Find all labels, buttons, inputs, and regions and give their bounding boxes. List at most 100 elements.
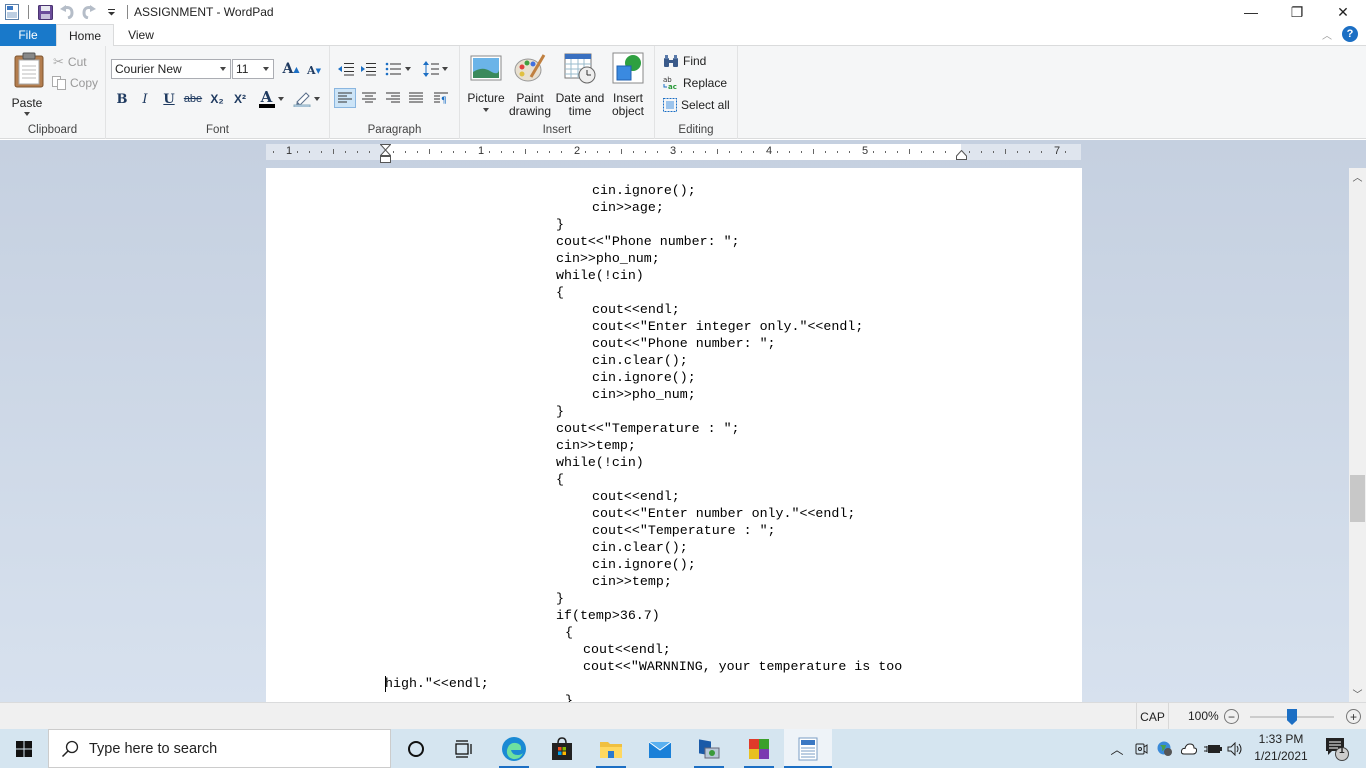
date-time-button[interactable]: Date and time: [554, 52, 606, 118]
zoom-slider-thumb[interactable]: [1287, 709, 1297, 725]
ruler-dot: [693, 151, 694, 153]
help-icon[interactable]: ?: [1342, 26, 1358, 42]
vertical-scrollbar[interactable]: ︿ ﹀: [1349, 168, 1366, 702]
taskbar-clock[interactable]: 1:33 PM 1/21/2021: [1245, 731, 1317, 765]
chevron-down-icon[interactable]: [313, 97, 320, 101]
replace-button[interactable]: ab ac Replace: [663, 76, 727, 90]
superscript-button[interactable]: X²: [229, 89, 251, 109]
subscript-icon: X₂: [210, 92, 224, 106]
paste-dropdown-icon[interactable]: [24, 112, 30, 116]
close-button[interactable]: ✕: [1320, 0, 1366, 24]
action-center-button[interactable]: 1: [1320, 729, 1354, 768]
windows-taskbar: Type here to search ︿ 1:33 PM 1/21/2021 …: [0, 729, 1366, 768]
italic-button[interactable]: I: [134, 89, 156, 109]
increase-indent-button[interactable]: [357, 59, 379, 79]
start-button[interactable]: [0, 729, 48, 768]
onedrive-button[interactable]: [1179, 729, 1199, 768]
title-bar: ASSIGNMENT - WordPad — ❐ ✕: [0, 0, 1366, 24]
zoom-out-button[interactable]: −: [1224, 709, 1239, 724]
picture-button[interactable]: Picture: [466, 52, 506, 112]
scrollbar-thumb[interactable]: [1350, 475, 1365, 522]
line-spacing-button[interactable]: [421, 59, 449, 79]
text-color-button[interactable]: A: [256, 89, 286, 109]
subscript-button[interactable]: X₂: [206, 89, 228, 109]
chevron-down-icon[interactable]: [483, 108, 489, 112]
ruler-dot: [585, 151, 586, 153]
copy-button[interactable]: Copy: [52, 76, 98, 90]
taskbar-store[interactable]: [538, 729, 586, 768]
ruler-dot: [969, 151, 970, 153]
font-group-label: Font: [205, 124, 229, 136]
taskbar-search-input[interactable]: Type here to search: [48, 729, 391, 768]
taskbar-file-explorer[interactable]: [587, 729, 635, 768]
collapse-ribbon-icon[interactable]: ︿: [1322, 27, 1332, 42]
underline-button[interactable]: U: [158, 89, 180, 109]
code-line: if(temp>36.7): [556, 608, 660, 623]
document-page[interactable]: cin.ignore(); cin>>age;} cout<<"Phone numb…: [266, 168, 1082, 702]
align-center-button[interactable]: [358, 88, 380, 108]
bullets-button[interactable]: [383, 59, 413, 79]
taskbar-wordpad[interactable]: [784, 729, 832, 768]
align-left-button[interactable]: [334, 88, 356, 108]
left-indent-marker[interactable]: [380, 144, 391, 164]
task-view-button[interactable]: [440, 729, 488, 768]
battery-button[interactable]: [1202, 729, 1224, 768]
paragraph-settings-button[interactable]: ¶: [430, 88, 452, 108]
highlight-color-button[interactable]: [290, 89, 322, 109]
meet-now-button[interactable]: [1132, 729, 1150, 768]
cut-button[interactable]: ✂ Cut: [53, 54, 87, 70]
minimize-button[interactable]: —: [1228, 0, 1274, 24]
bold-button[interactable]: B: [111, 89, 133, 109]
paste-button[interactable]: Paste: [8, 52, 46, 116]
strikethrough-button[interactable]: abe: [182, 89, 204, 109]
chevron-down-icon[interactable]: [405, 67, 411, 71]
shrink-font-icon: A: [307, 63, 316, 77]
shrink-font-button[interactable]: A ▼: [303, 60, 325, 80]
zoom-in-button[interactable]: +: [1346, 709, 1361, 724]
font-family-select[interactable]: Courier New: [111, 59, 231, 79]
taskbar-mail[interactable]: [636, 729, 684, 768]
redo-icon[interactable]: [79, 2, 99, 22]
volume-button[interactable]: [1226, 729, 1246, 768]
tab-home[interactable]: Home: [56, 24, 114, 47]
network-security-button[interactable]: [1155, 729, 1175, 768]
chevron-down-icon[interactable]: [441, 67, 448, 71]
find-button[interactable]: Find: [663, 54, 706, 68]
scroll-up-icon[interactable]: ︿: [1349, 168, 1366, 185]
show-hidden-icons-button[interactable]: ︿: [1108, 729, 1126, 768]
insert-group: Picture Paint drawing Date and time Inse…: [460, 46, 655, 139]
undo-icon[interactable]: [57, 2, 77, 22]
wordpad-app-icon[interactable]: [2, 2, 22, 22]
taskbar-edge[interactable]: [490, 729, 538, 768]
ruler-dot: [441, 151, 442, 153]
chevron-down-icon[interactable]: [277, 97, 284, 101]
ruler[interactable]: 1 1 2 3 4 5 7: [266, 144, 1081, 163]
code-line: cin>>pho_num;: [556, 251, 660, 266]
edge-icon: [502, 736, 526, 761]
right-indent-marker[interactable]: [956, 150, 967, 160]
customize-qat-icon[interactable]: [101, 2, 121, 22]
decrease-indent-button[interactable]: [335, 59, 357, 79]
scroll-down-icon[interactable]: ﹀: [1349, 685, 1366, 702]
windows-logo-icon: [16, 740, 32, 757]
chevron-up-icon: ︿: [1110, 742, 1124, 757]
font-size-select[interactable]: 11: [232, 59, 274, 79]
paint-drawing-label-2: drawing: [508, 104, 552, 118]
justify-button[interactable]: [405, 88, 427, 108]
code-line: cout<<"Temperature : ";: [556, 421, 740, 436]
taskbar-remote-desktop[interactable]: [685, 729, 733, 768]
insert-object-button[interactable]: Insert object: [608, 52, 648, 118]
ruler-dot: [465, 151, 466, 153]
ruler-dot: [1065, 151, 1066, 153]
taskbar-office[interactable]: [735, 729, 783, 768]
grow-font-button[interactable]: A ▲: [280, 59, 302, 79]
tab-view[interactable]: View: [118, 24, 164, 46]
cortana-button[interactable]: [392, 729, 440, 768]
paint-drawing-button[interactable]: Paint drawing: [508, 52, 552, 118]
save-icon[interactable]: [35, 2, 55, 22]
align-right-button[interactable]: [382, 88, 404, 108]
date-time-label-2: time: [568, 104, 592, 118]
select-all-button[interactable]: Select all: [663, 98, 730, 112]
restore-button[interactable]: ❐: [1274, 0, 1320, 24]
tab-file[interactable]: File: [0, 24, 56, 46]
